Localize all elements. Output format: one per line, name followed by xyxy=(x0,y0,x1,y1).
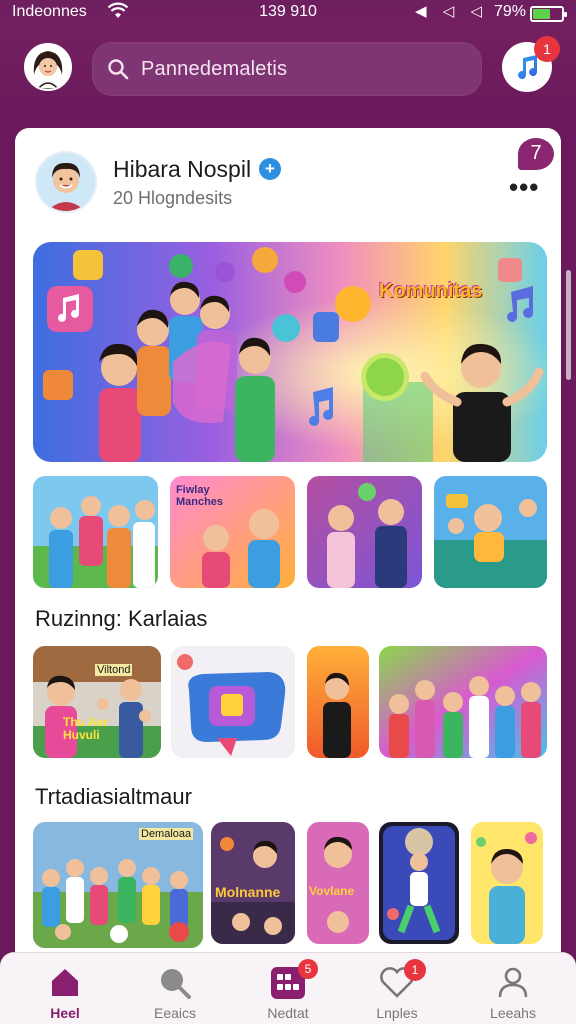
signal-icons: ◀ ◁ ◁ xyxy=(415,3,488,20)
thumb-card[interactable] xyxy=(306,476,422,588)
user-avatar[interactable] xyxy=(24,43,72,91)
battery-percent: 79% xyxy=(493,3,526,20)
nav-label: Heel xyxy=(50,1005,80,1021)
thumb-card[interactable] xyxy=(379,822,459,944)
search-input[interactable]: Pannedemaletis xyxy=(141,58,287,81)
author-name[interactable]: Hibara Nospil xyxy=(113,156,251,183)
battery-level xyxy=(533,9,550,19)
thumb-caption: Molnanne xyxy=(215,884,281,900)
nav-badge: 1 xyxy=(404,959,426,981)
notification-bubble[interactable]: 7 xyxy=(518,138,554,170)
nav-item-likes[interactable]: 1 Lnples xyxy=(342,953,452,1024)
status-bar: Indeonnes 139 910 ◀ ◁ ◁ 79% xyxy=(0,0,576,28)
home-icon xyxy=(52,969,78,996)
bottom-nav: Heel Eeaics 5 Nedtat 1 Lnples Leeahs xyxy=(0,952,576,1024)
nav-label: Nedtat xyxy=(267,1005,309,1021)
thumb-card[interactable]: Fiwlay Manches xyxy=(169,476,295,588)
battery-icon xyxy=(530,6,567,22)
thumb-card[interactable]: Demaloaa xyxy=(33,822,203,948)
nav-label: Leeahs xyxy=(490,1005,536,1021)
scrollbar[interactable] xyxy=(566,270,571,380)
verified-icon: + xyxy=(259,158,281,180)
search-icon xyxy=(161,969,191,999)
music-button[interactable]: 1 xyxy=(502,36,560,92)
thumb-card[interactable]: Viltond Thu Aar Huvuli xyxy=(33,646,161,758)
thumb-card[interactable] xyxy=(471,822,543,944)
thumb-card[interactable]: Vovlane xyxy=(307,822,369,944)
nav-item-home[interactable]: Heel xyxy=(10,953,120,1024)
clock: 139 910 xyxy=(259,3,317,20)
thumb-card[interactable] xyxy=(171,646,295,758)
more-dots-icon[interactable]: ••• xyxy=(509,172,539,203)
nav-item-profile[interactable]: Leeahs xyxy=(458,953,568,1024)
music-badge: 1 xyxy=(534,36,560,62)
thumb-caption: Thu Aar Huvuli xyxy=(63,715,108,742)
thumb-caption: Fiwlay Manches xyxy=(175,484,224,508)
search-bar[interactable]: Pannedemaletis xyxy=(92,42,482,96)
thumb-card[interactable] xyxy=(433,476,547,588)
thumb-row-1: Fiwlay Manches xyxy=(33,476,547,588)
thumb-card[interactable]: Molnanne xyxy=(211,822,295,944)
section-title: Trtadiasialtmaur xyxy=(35,784,192,809)
section-title: Ruzinng: Karlaias xyxy=(35,606,208,631)
profile-icon xyxy=(498,967,528,998)
nav-item-search[interactable]: Eeaics xyxy=(120,953,230,1024)
thumb-card[interactable] xyxy=(307,646,369,758)
thumb-caption: Vovlane xyxy=(309,884,355,898)
thumb-caption: Viltond xyxy=(95,664,133,676)
nav-label: Eeaics xyxy=(153,1005,197,1021)
author-avatar[interactable] xyxy=(35,151,97,213)
author-subtitle: 20 Hlogndesits xyxy=(113,188,233,208)
post-card: Hibara Nospil + 20 Hlogndesits 7 ••• Kom… xyxy=(15,128,561,968)
thumb-row-3: Demaloaa Molnanne Vovlane xyxy=(33,822,547,948)
app-header: Pannedemaletis 1 xyxy=(0,28,576,108)
nav-label: Lnples xyxy=(376,1005,418,1021)
thumb-caption: Demaloaa xyxy=(139,828,194,840)
search-icon xyxy=(108,59,129,80)
nav-item-grid[interactable]: 5 Nedtat xyxy=(233,953,343,1024)
thumb-card[interactable] xyxy=(33,476,158,588)
thumb-row-2: Viltond Thu Aar Huvuli xyxy=(33,646,547,758)
hero-image[interactable]: Komunitas xyxy=(33,242,547,462)
hero-title: Komunitas xyxy=(379,280,483,302)
thumb-card[interactable] xyxy=(379,646,547,758)
nav-badge: 5 xyxy=(298,959,318,979)
